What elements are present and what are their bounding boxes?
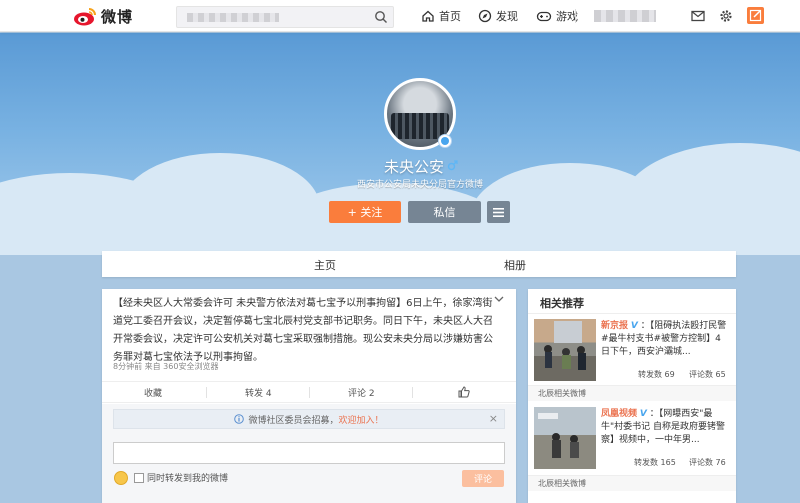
notice-join-link[interactable]: 欢迎加入！ <box>339 413 384 426</box>
rec-reposts: 转发数 165 <box>634 458 676 467</box>
list-item[interactable]: 凤凰视频 V ：【网曝西安"最牛"村委书记 自称是政府要铐警察】视频中，一中年男… <box>534 407 730 475</box>
rec-footer[interactable]: 北辰相关微博 <box>528 385 736 401</box>
notice-text: 微博社区委员会招募， <box>248 415 339 426</box>
rec-source[interactable]: 新京报 <box>601 321 628 331</box>
rec-text: 凤凰视频 V ：【网曝西安"最牛"村委书记 自称是政府要铐警察】视频中，一中年男… <box>601 408 729 447</box>
nav-home[interactable]: 首页 <box>421 8 461 24</box>
hamburger-icon <box>493 207 504 217</box>
comment-area: 微博社区委员会招募， 欢迎加入！ × 同时转发到我的微博 评论 <box>102 404 516 503</box>
sync-repost-checkbox[interactable] <box>134 473 144 483</box>
scene-thumbnail <box>538 413 579 458</box>
username-blurred[interactable] <box>594 10 656 22</box>
chevron-down-icon[interactable] <box>494 295 504 303</box>
related-recommendations: 相关推荐 新京报 V ：【阻碍执法殴打民警 #最牛村支书#被警方控制】4日下午，… <box>528 289 736 503</box>
follow-button[interactable]: + 关注 <box>329 201 401 223</box>
action-divider <box>309 387 310 398</box>
male-icon <box>447 160 458 171</box>
sync-repost-label: 同时转发到我的微博 <box>147 474 229 484</box>
rec-comments: 评论数 65 <box>689 370 726 379</box>
action-divider <box>206 387 207 398</box>
pencil-icon <box>749 9 762 22</box>
search-placeholder-blurred <box>187 13 279 22</box>
nav-games[interactable]: 游戏 <box>536 8 578 24</box>
tab-album[interactable]: 相册 <box>504 257 526 273</box>
rec-thumbnail[interactable] <box>534 319 596 381</box>
submit-comment-button[interactable]: 评论 <box>462 470 504 487</box>
list-item[interactable]: 新京报 V ：【阻碍执法殴打民警 #最牛村支书#被警方控制】4日下午，西安沪灞城… <box>534 319 730 387</box>
weibo-eye-icon <box>72 6 98 26</box>
profile-intro: 西安市公安局未央分局官方微博 <box>356 180 483 190</box>
profile-tab-bar: 主页 相册 <box>102 251 736 277</box>
message-button[interactable]: 私信 <box>408 201 481 223</box>
nav-home-label: 首页 <box>439 10 461 23</box>
weibo-logo[interactable]: 微博 <box>72 5 133 27</box>
like-icon[interactable] <box>458 386 470 398</box>
top-nav-bar: 微博 首页 发现 游戏 <box>0 0 800 32</box>
rec-comments: 评论数 76 <box>689 458 726 467</box>
rec-source[interactable]: 凤凰视频 <box>601 409 637 419</box>
nav-discover[interactable]: 发现 <box>478 8 518 24</box>
community-notice: 微博社区委员会招募， 欢迎加入！ × <box>113 409 505 429</box>
verified-badge-icon <box>438 134 452 148</box>
post-meta[interactable]: 8分钟前 来自 360安全浏览器 <box>113 361 218 372</box>
scene-thumbnail <box>544 321 586 370</box>
nav-discover-label: 发现 <box>496 10 518 23</box>
home-icon <box>422 10 434 22</box>
gear-icon[interactable] <box>718 8 734 24</box>
more-menu-button[interactable] <box>487 201 510 223</box>
comment-input[interactable] <box>113 442 505 464</box>
rec-thumbnail[interactable] <box>534 407 596 469</box>
repost-button[interactable]: 转发 4 <box>245 386 272 399</box>
action-divider <box>412 387 413 398</box>
emoji-icon[interactable] <box>114 471 128 485</box>
tab-home[interactable]: 主页 <box>314 257 336 273</box>
verified-v-icon: V <box>630 321 638 331</box>
info-icon <box>234 414 245 424</box>
rec-footer[interactable]: 北辰相关微博 <box>528 475 736 491</box>
nav-divider <box>575 9 576 23</box>
post-text: 【经未央区人大常委会许可 未央警方依法对葛七宝予以刑事拘留】6日上午，徐家湾街道… <box>113 298 493 363</box>
verified-v-icon: V <box>639 409 647 419</box>
rec-reposts: 转发数 69 <box>638 370 675 379</box>
feed-card: 【经未央区人大常委会许可 未央警方依法对葛七宝予以刑事拘留】6日上午，徐家湾街道… <box>102 289 516 503</box>
side-title: 相关推荐 <box>540 297 584 310</box>
post-action-bar: 收藏 转发 4 评论 2 <box>102 381 516 403</box>
side-divider <box>528 313 736 314</box>
rec-text: 新京报 V ：【阻碍执法殴打民警 #最牛村支书#被警方控制】4日下午，西安沪灞城… <box>601 320 729 359</box>
logo-text: 微博 <box>101 7 134 26</box>
compose-button[interactable] <box>747 7 764 24</box>
compass-icon <box>478 9 492 23</box>
search-input[interactable] <box>176 6 394 28</box>
gamepad-icon <box>536 11 552 22</box>
close-icon[interactable]: × <box>489 412 498 425</box>
comment-toggle-button[interactable]: 评论 2 <box>348 386 375 399</box>
mail-icon[interactable] <box>690 8 706 24</box>
collect-button[interactable]: 收藏 <box>144 386 162 399</box>
search-icon[interactable] <box>374 10 388 24</box>
